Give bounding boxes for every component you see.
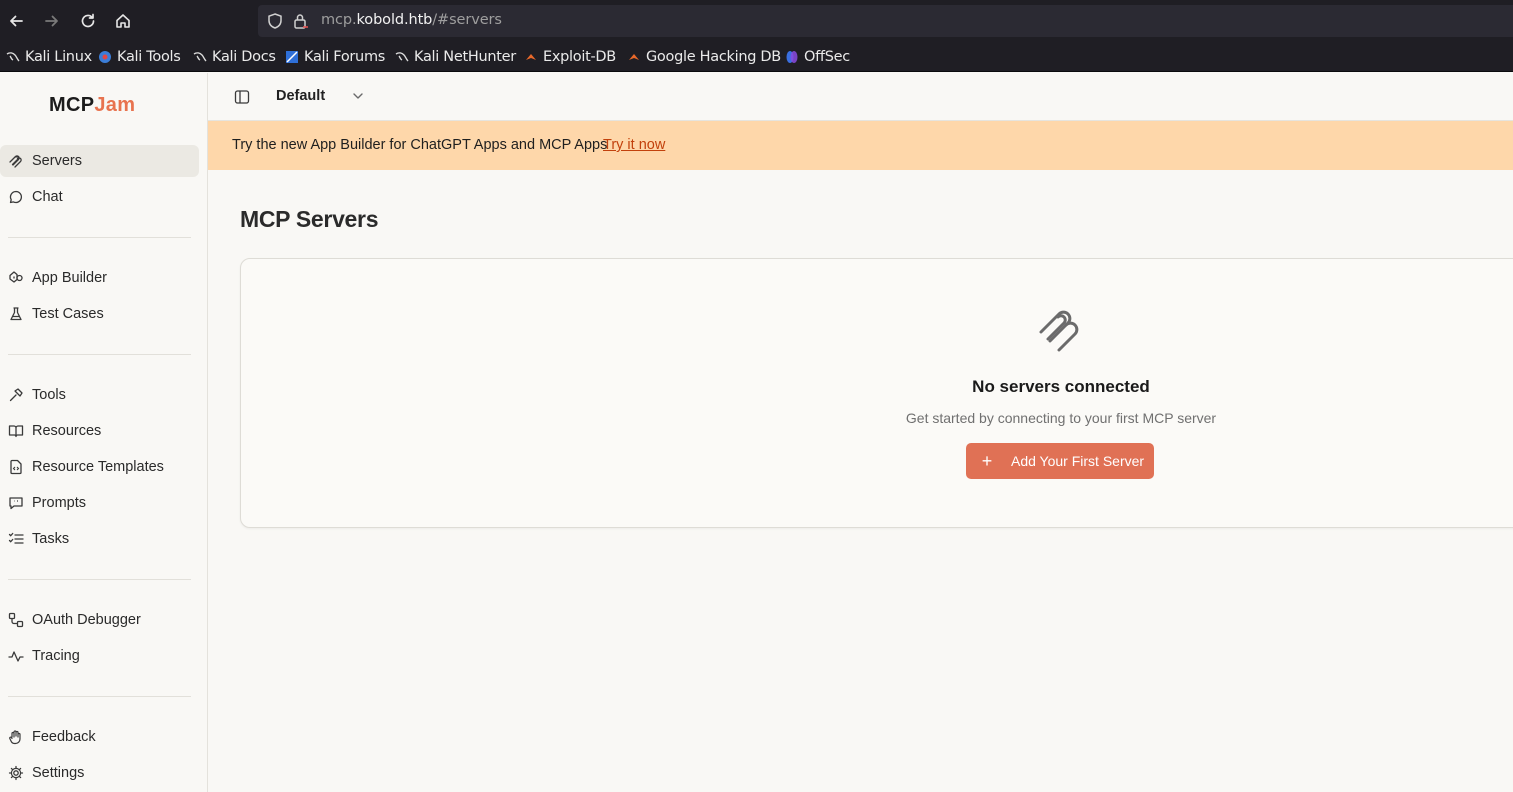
reload-icon[interactable] (77, 9, 99, 33)
sidebar-item-resources[interactable]: Resources (0, 415, 199, 447)
shield-icon[interactable] (266, 12, 284, 30)
servers-icon (1039, 310, 1079, 352)
url-bar[interactable]: mcp.kobold.htb/#servers (258, 5, 1513, 37)
sidebar-item-tracing[interactable]: Tracing (0, 640, 199, 672)
app-logo[interactable]: MCPJam (49, 94, 135, 117)
workspace-selector[interactable]: Default (276, 88, 325, 104)
list-checks-icon (8, 531, 24, 547)
kali-dragon-icon (395, 52, 409, 62)
sidebar-item-chat[interactable]: Chat (0, 181, 199, 213)
sidebar-divider (8, 237, 191, 238)
empty-state-subtitle: Get started by connecting to your first … (905, 410, 1217, 426)
bookmark-kali-tools[interactable]: Kali Tools (98, 47, 181, 67)
add-first-server-button[interactable]: + Add Your First Server (966, 443, 1154, 479)
sidebar-item-app-builder[interactable]: App Builder (0, 262, 199, 294)
empty-state-title: No servers connected (972, 377, 1150, 396)
file-code-icon (8, 459, 24, 475)
sidebar-item-oauth-debugger[interactable]: OAuth Debugger (0, 604, 199, 636)
bookmarks-bar: Kali Linux Kali Tools Kali Docs Kali For… (0, 42, 1513, 72)
sidebar-item-tasks[interactable]: Tasks (0, 523, 199, 555)
try-it-now-link[interactable]: Try it now (603, 137, 665, 153)
offsec-icon (786, 51, 798, 63)
gear-icon (8, 765, 24, 781)
sidebar-item-feedback[interactable]: Feedback (0, 721, 199, 753)
kali-forums-icon (286, 51, 298, 63)
app-builder-icon (8, 270, 24, 286)
bookmark-kali-forums[interactable]: Kali Forums (285, 47, 385, 67)
chevron-down-icon[interactable] (351, 89, 365, 103)
sidebar-toggle-icon[interactable] (234, 89, 250, 105)
message-square-icon (8, 495, 24, 511)
bookmark-kali-nethunter[interactable]: Kali NetHunter (395, 47, 516, 67)
bookmark-google-hacking-db[interactable]: Google Hacking DB (627, 47, 781, 67)
sidebar-item-resource-templates[interactable]: Resource Templates (0, 451, 199, 483)
hammer-icon (8, 387, 24, 403)
home-icon[interactable] (112, 9, 134, 33)
sidebar-item-prompts[interactable]: Prompts (0, 487, 199, 519)
sidebar-item-servers[interactable]: Servers (0, 145, 199, 177)
kali-dragon-icon (193, 52, 207, 62)
bookmark-exploit-db[interactable]: Exploit-DB (524, 47, 616, 67)
forward-arrow-icon[interactable] (41, 9, 63, 33)
hand-icon (8, 729, 24, 745)
flask-icon (8, 306, 24, 322)
url-text[interactable]: mcp.kobold.htb/#servers (321, 12, 502, 28)
sidebar-divider (8, 354, 191, 355)
bookmark-kali-linux[interactable]: Kali Linux (6, 47, 92, 67)
bookmark-offsec[interactable]: OffSec (785, 47, 850, 67)
plus-icon: + (981, 450, 993, 471)
page-title: MCP Servers (240, 206, 379, 232)
promo-banner: Try the new App Builder for ChatGPT Apps… (208, 121, 1513, 170)
chat-bubble-icon (8, 189, 24, 205)
kali-tools-icon (99, 51, 111, 63)
exploit-db-icon (629, 54, 639, 60)
exploit-db-icon (526, 54, 536, 60)
browser-toolbar: mcp.kobold.htb/#servers (0, 0, 1513, 42)
sidebar-item-settings[interactable]: Settings (0, 757, 199, 789)
empty-state-card: No servers connected Get started by conn… (240, 258, 1513, 528)
bookmark-kali-docs[interactable]: Kali Docs (193, 47, 276, 67)
sidebar-divider (8, 696, 191, 697)
top-header: Default (208, 73, 1513, 121)
workflow-icon (8, 612, 24, 628)
banner-text: Try the new App Builder for ChatGPT Apps… (232, 137, 608, 153)
back-arrow-icon[interactable] (5, 9, 27, 33)
lock-insecure-icon[interactable] (292, 12, 310, 30)
sidebar-divider (8, 579, 191, 580)
servers-icon (8, 153, 24, 169)
kali-dragon-icon (6, 52, 20, 62)
sidebar: MCPJam Servers Chat App Builder Test Cas… (0, 73, 208, 792)
book-icon (8, 423, 24, 439)
activity-icon (8, 648, 24, 664)
sidebar-item-test-cases[interactable]: Test Cases (0, 298, 199, 330)
sidebar-item-tools[interactable]: Tools (0, 379, 199, 411)
